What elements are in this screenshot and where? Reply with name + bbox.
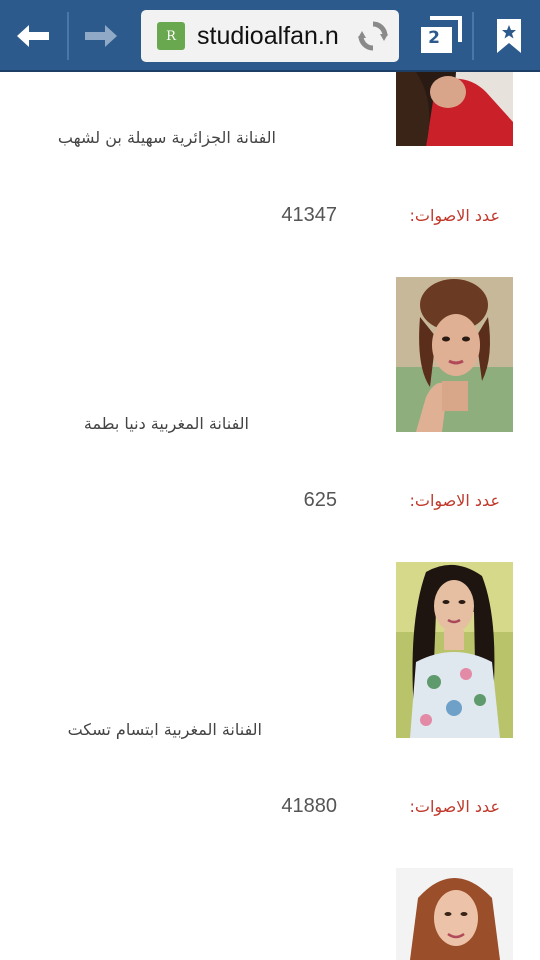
artist-photo[interactable] [396, 868, 513, 960]
toolbar-divider [67, 12, 69, 60]
forward-arrow-icon [85, 25, 117, 47]
votes-count: 625 [303, 489, 337, 511]
artist-photo[interactable] [396, 72, 513, 146]
tabs-button[interactable]: 2 [412, 0, 468, 72]
votes-label: عدد الاصوات: [409, 491, 500, 510]
site-favicon-letter: R [166, 28, 176, 44]
toolbar-divider [472, 12, 474, 60]
artist-name[interactable]: الفنانة المغربية ابتسام تسكت [68, 720, 262, 739]
reload-icon [358, 21, 388, 51]
back-button[interactable] [0, 0, 66, 72]
artist-photo[interactable] [396, 562, 513, 738]
browser-toolbar: R studioalfan.n 2 [0, 0, 540, 72]
artist-name[interactable]: الفنانة الجزائرية سهيلة بن لشهب [58, 128, 276, 147]
tab-count: 2 [428, 28, 440, 48]
artist-name[interactable]: الفنانة المغربية دنيا بطمة [84, 414, 249, 433]
url-text[interactable]: studioalfan.n [197, 22, 349, 51]
votes-count: 41880 [281, 795, 337, 817]
address-bar[interactable]: R studioalfan.n [141, 10, 399, 62]
artist-photo[interactable] [396, 277, 513, 432]
votes-count: 41347 [281, 204, 337, 226]
bookmark-button[interactable] [478, 0, 540, 72]
reload-button[interactable] [355, 18, 391, 54]
page-content: الفنانة الجزائرية سهيلة بن لشهب عدد الاص… [0, 72, 540, 960]
votes-label: عدد الاصوات: [409, 206, 500, 225]
bookmark-icon [497, 19, 521, 53]
forward-button[interactable] [70, 0, 132, 72]
votes-label: عدد الاصوات: [409, 797, 500, 816]
back-arrow-icon [17, 25, 49, 47]
site-favicon: R [157, 22, 185, 50]
